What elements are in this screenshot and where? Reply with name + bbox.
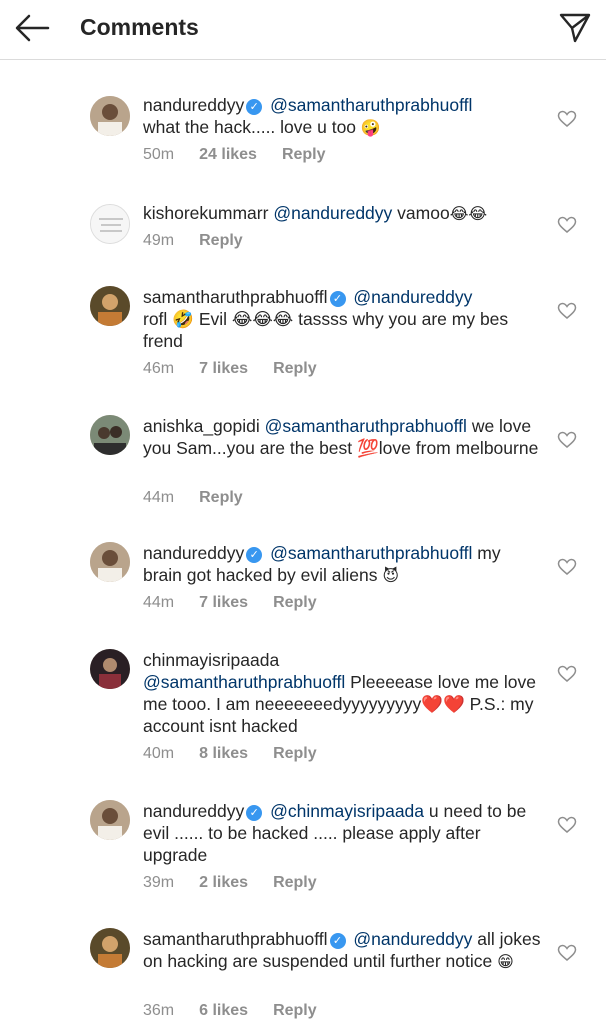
reply-button[interactable]: Reply (273, 360, 317, 378)
page-title: Comments (80, 14, 199, 40)
comment-mention[interactable]: @nandureddyy (353, 287, 472, 307)
reply-button[interactable]: Reply (282, 146, 326, 164)
comment-text: anishka_gopidi @samantharuthprabhuoffl w… (143, 415, 543, 459)
avatar[interactable] (90, 96, 130, 136)
share-button[interactable] (558, 11, 592, 45)
comment-mention[interactable]: @samantharuthprabhuoffl (265, 416, 467, 436)
comment-time: 44m (143, 594, 175, 611)
avatar[interactable] (90, 415, 130, 455)
comment-username[interactable]: nandureddyy (143, 801, 244, 821)
heart-outline-icon[interactable] (557, 302, 577, 320)
likes-count[interactable]: 2 likes (199, 874, 248, 892)
comment-mention[interactable]: @samantharuthprabhuoffl (143, 672, 345, 692)
heart-outline-icon[interactable] (557, 665, 577, 683)
paper-plane-icon (559, 13, 591, 43)
comment-meta: 44m Reply (143, 489, 268, 507)
comment-message: vamoo (397, 203, 450, 223)
comment-username[interactable]: nandureddyy (143, 543, 244, 563)
reply-button[interactable]: Reply (273, 874, 317, 892)
avatar[interactable] (90, 204, 130, 244)
top-bar: Comments (0, 0, 606, 60)
comment-time: 46m (143, 360, 175, 377)
comment-username[interactable]: samantharuthprabhuoffl (143, 929, 328, 949)
avatar[interactable] (90, 542, 130, 582)
heart-outline-icon[interactable] (557, 431, 577, 449)
reply-button[interactable]: Reply (199, 489, 243, 507)
verified-badge-icon: ✓ (329, 291, 346, 307)
comment-text: nandureddyy ✓ @samantharuthprabhuoffl my … (143, 542, 543, 587)
comment-time: 39m (143, 874, 175, 891)
avatar[interactable] (90, 800, 130, 840)
comment-time: 40m (143, 745, 175, 762)
reply-button[interactable]: Reply (273, 745, 317, 763)
heart-outline-icon[interactable] (557, 816, 577, 834)
comment-meta: 44m 7 likes Reply (143, 594, 342, 612)
comment-emoji: 😈 (382, 566, 400, 585)
comment-meta: 50m 24 likes Reply (143, 146, 351, 164)
comment-time: 50m (143, 146, 175, 163)
likes-count[interactable]: 8 likes (199, 745, 248, 763)
comment-time: 44m (143, 489, 175, 506)
likes-count[interactable]: 24 likes (199, 146, 257, 164)
comment-emoji: 🤪 (360, 118, 381, 137)
verified-badge-icon: ✓ (246, 805, 263, 821)
comment-mention[interactable]: @samantharuthprabhuoffl (270, 95, 472, 115)
comment-mention[interactable]: @chinmayisripaada (270, 801, 424, 821)
back-button[interactable] (14, 12, 50, 44)
likes-count[interactable]: 6 likes (199, 1002, 248, 1020)
heart-outline-icon[interactable] (557, 944, 577, 962)
comment-mention[interactable]: @nandureddyy (353, 929, 472, 949)
comment-meta: 36m 6 likes Reply (143, 1002, 342, 1020)
comment-text: kishorekummarr @nandureddyy vamoo😂😂 (143, 202, 543, 225)
reply-button[interactable]: Reply (273, 1002, 317, 1020)
comment-username[interactable]: nandureddyy (143, 95, 244, 115)
comment-meta: 46m 7 likes Reply (143, 360, 342, 378)
heart-outline-icon[interactable] (557, 110, 577, 128)
verified-badge-icon: ✓ (246, 99, 263, 115)
comment-text: nandureddyy ✓ @samantharuthprabhuoffl wha… (143, 94, 543, 139)
comment-text: chinmayisripaada @samantharuthprabhuoffl… (143, 649, 543, 737)
avatar[interactable] (90, 928, 130, 968)
comment-emoji: 😁 (497, 952, 514, 971)
comment-text: samantharuthprabhuoffl ✓ @nandureddyy all… (143, 928, 543, 973)
comment-time: 49m (143, 232, 175, 249)
comment-meta: 49m Reply (143, 232, 268, 250)
comment-username[interactable]: chinmayisripaada (143, 650, 279, 670)
verified-badge-icon: ✓ (329, 933, 346, 949)
heart-outline-icon[interactable] (557, 558, 577, 576)
comment-username[interactable]: kishorekummarr (143, 203, 268, 223)
avatar[interactable] (90, 286, 130, 326)
comment-mention[interactable]: @nandureddyy (273, 203, 392, 223)
comment-text: nandureddyy ✓ @chinmayisripaada u need to… (143, 800, 543, 866)
comment-message: what the hack..... love u too (143, 117, 357, 137)
likes-count[interactable]: 7 likes (199, 594, 248, 612)
comment-mention[interactable]: @samantharuthprabhuoffl (270, 543, 472, 563)
comment-time: 36m (143, 1002, 175, 1019)
avatar[interactable] (90, 649, 130, 689)
comment-username[interactable]: samantharuthprabhuoffl (143, 287, 328, 307)
verified-badge-icon: ✓ (246, 547, 263, 563)
comment-meta: 39m 2 likes Reply (143, 874, 342, 892)
heart-outline-icon[interactable] (557, 216, 577, 234)
reply-button[interactable]: Reply (273, 594, 317, 612)
arrow-left-icon (15, 14, 50, 42)
likes-count[interactable]: 7 likes (199, 360, 248, 378)
comment-username[interactable]: anishka_gopidi (143, 416, 260, 436)
comment-meta: 40m 8 likes Reply (143, 745, 342, 763)
comment-text: samantharuthprabhuoffl ✓ @nandureddyy rof… (143, 286, 543, 352)
comment-message: rofl 🤣 Evil 😂😂😂 tassss why you are my be… (143, 309, 509, 351)
reply-button[interactable]: Reply (199, 232, 243, 250)
comment-emoji: 😂😂 (449, 204, 488, 223)
